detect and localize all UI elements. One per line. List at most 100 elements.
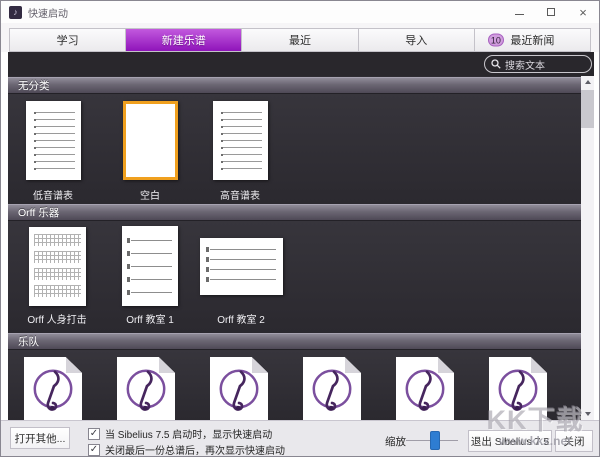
template-label: Orff 教室 1 (126, 311, 174, 326)
scroll-down-icon (585, 412, 591, 416)
staff-lines (221, 112, 262, 171)
footer-bar: 打开其他... ✓当 Sibelius 7.5 启动时，显示快速启动✓关闭最后一… (1, 420, 599, 457)
page-fold (159, 357, 175, 373)
thumbnail-wrap (200, 225, 283, 307)
section-header[interactable]: 无分类 (8, 77, 581, 94)
tab-label: 学习 (57, 32, 79, 48)
zoom-label: 缩放 (385, 434, 406, 449)
scroll-up-button[interactable] (581, 76, 594, 88)
tab-learn[interactable]: 学习 (10, 29, 126, 51)
checkbox-box[interactable]: ✓ (88, 428, 100, 440)
checkbox-label: 关闭最后一份总谱后，再次显示快速启动 (105, 442, 285, 457)
template-card[interactable]: Orff 教室 1 (105, 225, 195, 326)
page-fold (438, 357, 454, 373)
template-card[interactable]: Orff 教室 2 (196, 225, 286, 326)
page-fold (66, 357, 82, 373)
template-card[interactable] (473, 357, 563, 420)
template-card[interactable]: 高音谱表 (195, 97, 285, 202)
percussion-grid-thumbnail (29, 227, 86, 306)
search-icon (491, 59, 501, 69)
template-card[interactable]: 低音谱表 (8, 97, 98, 202)
section-header[interactable]: 乐队 (8, 333, 581, 350)
tab-recent[interactable]: 最近 (242, 29, 358, 51)
checkbox-box[interactable]: ✓ (88, 444, 100, 456)
search-row: 搜索文本 (8, 52, 594, 76)
thumbnail-wrap (213, 97, 268, 183)
titlebar: ♪ 快速启动 × (1, 1, 599, 23)
score-file-icon (303, 357, 361, 420)
checkbox-show-after-close[interactable]: ✓ 关闭最后一份总谱后，再次显示快速启动 (88, 442, 285, 457)
treble-clef-icon (309, 366, 355, 412)
tab-new-score[interactable]: 新建乐谱 (126, 29, 242, 51)
page-fold (531, 357, 547, 373)
thumbnail-wrap (396, 357, 454, 420)
maximize-icon (547, 8, 555, 16)
blank-page-thumbnail (123, 101, 178, 180)
section-header[interactable]: Orff 乐器 (8, 204, 581, 221)
quit-button[interactable]: 退出 Sibelius 7.5 (468, 430, 552, 452)
close-button[interactable]: 关闭 (555, 430, 593, 452)
treble-clef-icon (402, 366, 448, 412)
scroll-down-button[interactable] (581, 408, 594, 420)
tab-label: 最近新闻 (510, 32, 554, 48)
treble-clef-icon (123, 366, 169, 412)
score-file-icon (210, 357, 268, 420)
zoom-slider-thumb[interactable] (430, 431, 440, 450)
score-file-icon (396, 357, 454, 420)
thumbnail-wrap (122, 225, 178, 307)
close-icon: × (579, 6, 587, 19)
thumbnail-wrap (303, 357, 361, 420)
tab-label: 新建乐谱 (162, 32, 206, 48)
staff-page-landscape-thumbnail (200, 238, 283, 295)
template-label: Orff 人身打击 (27, 311, 86, 326)
sibelius-app-icon: ♪ (9, 6, 22, 19)
minimize-button[interactable] (503, 1, 535, 23)
checkbox-show-on-startup[interactable]: ✓当 Sibelius 7.5 启动时，显示快速启动 (88, 426, 272, 441)
thumbnail-wrap (489, 357, 547, 420)
search-placeholder: 搜索文本 (505, 57, 545, 72)
treble-clef-icon (30, 366, 76, 412)
search-input[interactable]: 搜索文本 (484, 55, 592, 73)
score-file-icon (24, 357, 82, 420)
scroll-up-icon (585, 80, 591, 84)
content-area: 搜索文本 无分类低音谱表 空白 高音谱表 Orff 乐器 Orff 人身打击 Orff 教… (8, 52, 594, 420)
open-other-button[interactable]: 打开其他... (10, 427, 70, 449)
window-title: 快速启动 (28, 5, 68, 20)
score-file-icon (117, 357, 175, 420)
template-card[interactable] (8, 357, 98, 420)
close-window-button[interactable]: × (567, 1, 599, 23)
template-card[interactable] (380, 357, 470, 420)
staff-lines (34, 112, 75, 171)
template-label: 高音谱表 (220, 187, 260, 202)
template-card-selected[interactable]: 空白 (105, 97, 195, 202)
tab-latest-news[interactable]: 10 最近新闻 (475, 29, 590, 51)
staff-page-thumbnail (122, 226, 178, 306)
thumbnail-wrap (210, 357, 268, 420)
template-label: Orff 教室 2 (217, 311, 265, 326)
thumbnail-wrap (24, 357, 82, 420)
template-card[interactable]: Orff 人身打击 (12, 225, 102, 326)
template-card[interactable] (194, 357, 284, 420)
page-fold (252, 357, 268, 373)
score-file-icon (489, 357, 547, 420)
template-label: 低音谱表 (33, 187, 73, 202)
page-fold (345, 357, 361, 373)
scroll-thumb[interactable] (581, 90, 594, 128)
template-label: 空白 (140, 187, 160, 202)
template-card[interactable] (287, 357, 377, 420)
tab-import[interactable]: 导入 (359, 29, 475, 51)
staff-page-thumbnail (213, 101, 268, 180)
treble-clef-icon (216, 366, 262, 412)
tabs: 学习 新建乐谱 最近 导入 10 最近新闻 (9, 28, 591, 52)
quick-start-window: ♪ 快速启动 × 学习 新建乐谱 最近 导入 10 最近新闻 (0, 0, 600, 457)
scrollbar[interactable] (581, 76, 594, 420)
thumbnail-wrap (117, 357, 175, 420)
news-count-badge: 10 (488, 34, 504, 47)
staff-page-thumbnail (26, 101, 81, 180)
thumbnail-wrap (123, 97, 178, 183)
tabstrip: 学习 新建乐谱 最近 导入 10 最近新闻 (1, 23, 599, 52)
tab-label: 导入 (405, 32, 427, 48)
maximize-button[interactable] (535, 1, 567, 23)
minimize-icon (515, 14, 524, 15)
template-card[interactable] (101, 357, 191, 420)
